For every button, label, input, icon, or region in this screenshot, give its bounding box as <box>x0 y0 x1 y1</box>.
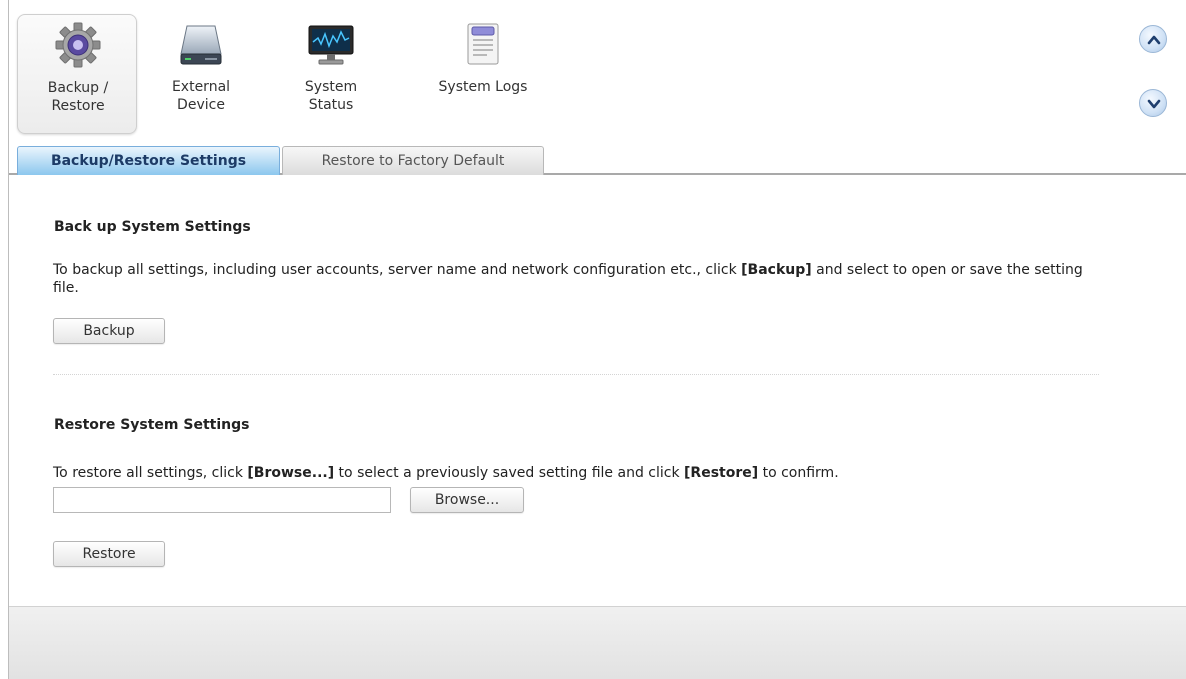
toolbar-item-system-logs[interactable]: System Logs <box>423 14 543 134</box>
app-frame: Backup / Restore External Device System … <box>8 0 1186 679</box>
backup-heading: Back up System Settings <box>54 219 251 235</box>
restore-file-input[interactable] <box>53 487 391 513</box>
toolbar-item-label: System Status <box>304 79 358 113</box>
toolbar-item-system-status[interactable]: System Status <box>271 14 391 134</box>
restore-description: To restore all settings, click [Browse..… <box>53 464 1113 482</box>
footer-bar <box>9 606 1186 679</box>
browse-button[interactable]: Browse... <box>410 487 524 513</box>
toolbar-item-label: System Logs <box>438 79 528 95</box>
backup-desc-text: To backup all settings, including user a… <box>53 262 742 278</box>
restore-desc-text: To restore all settings, click <box>53 465 248 481</box>
restore-desc-text-middle: to select a previously saved setting fil… <box>334 465 685 481</box>
toolbar-item-backup-restore[interactable]: Backup / Restore <box>17 14 137 134</box>
tab-bar: Backup/Restore Settings Restore to Facto… <box>9 144 1186 175</box>
settings-panel: Back up System Settings To backup all se… <box>9 176 1186 606</box>
toolbar-item-label: Backup / Restore <box>47 80 109 114</box>
log-icon <box>467 23 499 65</box>
toolbar-item-external-device[interactable]: External Device <box>141 14 261 134</box>
icon-toolbar: Backup / Restore External Device System … <box>9 0 1186 144</box>
drive-icon <box>180 25 222 65</box>
monitor-icon <box>308 25 354 65</box>
restore-desc-bold-restore: [Restore] <box>684 465 759 481</box>
restore-desc-bold-browse: [Browse...] <box>247 465 335 481</box>
restore-desc-text-end: to confirm. <box>758 465 839 481</box>
restore-button[interactable]: Restore <box>53 541 165 567</box>
backup-desc-bold: [Backup] <box>741 262 812 278</box>
backup-button[interactable]: Backup <box>53 318 165 344</box>
scroll-down-button[interactable] <box>1139 89 1167 117</box>
chevron-down-icon <box>1147 99 1161 109</box>
scroll-up-button[interactable] <box>1139 25 1167 53</box>
toolbar-item-label: External Device <box>171 79 231 113</box>
restore-heading: Restore System Settings <box>54 417 250 433</box>
section-divider <box>53 374 1099 375</box>
tab-backup-restore-settings[interactable]: Backup/Restore Settings <box>17 146 280 175</box>
backup-description: To backup all settings, including user a… <box>53 261 1113 297</box>
gear-icon <box>55 22 101 68</box>
tab-restore-factory-default[interactable]: Restore to Factory Default <box>282 146 544 175</box>
chevron-up-icon <box>1147 35 1161 45</box>
